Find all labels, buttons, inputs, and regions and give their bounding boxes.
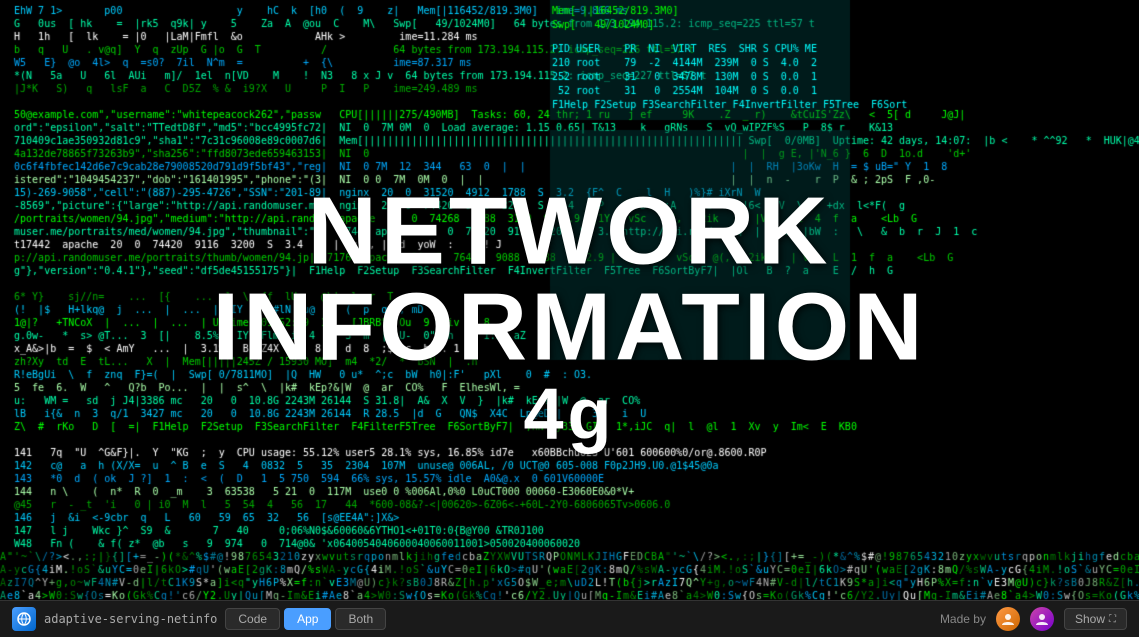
tab-app[interactable]: App [284, 608, 331, 630]
title-4g: 4g [212, 375, 926, 454]
title-network: NETWORK [212, 183, 926, 279]
avatar-2 [1030, 607, 1054, 631]
app-icon [12, 607, 36, 631]
bottom-left-section: adaptive-serving-netinfo Code App Both [12, 607, 386, 631]
avatar [996, 607, 1020, 631]
show-label: Show [1075, 612, 1105, 626]
bottom-right-section: Made by Show ⛶ [940, 607, 1127, 631]
tab-buttons: Code App Both [225, 608, 386, 630]
show-button[interactable]: Show ⛶ [1064, 608, 1127, 630]
app-name-label: adaptive-serving-netinfo [44, 612, 217, 626]
bottom-bar: adaptive-serving-netinfo Code App Both M… [0, 600, 1139, 637]
made-by-label: Made by [940, 612, 986, 626]
tab-code[interactable]: Code [225, 608, 280, 630]
tab-both[interactable]: Both [335, 608, 386, 630]
overlay-title: NETWORK INFORMATION 4g [212, 183, 926, 454]
expand-icon: ⛶ [1109, 614, 1116, 625]
title-information: INFORMATION [212, 279, 926, 375]
